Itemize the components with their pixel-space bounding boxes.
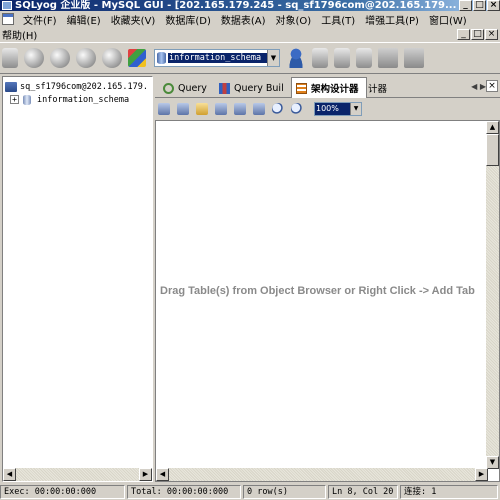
scroll-track[interactable]: [486, 166, 499, 456]
chevron-down-icon[interactable]: ▼: [267, 50, 279, 66]
menu-help[interactable]: 帮助(H): [0, 27, 42, 42]
zoom-value: 100%: [315, 103, 350, 115]
mdi-controls: _ □ ×: [456, 29, 498, 40]
save-icon[interactable]: [215, 103, 227, 115]
menu-table[interactable]: 数据表(A): [216, 12, 271, 27]
tab-query-builder-label: Query Buil: [234, 82, 284, 94]
new-connection-icon[interactable]: [24, 48, 44, 68]
tab-schema-designer-label: 架构设计器: [311, 84, 359, 95]
chevron-down-icon[interactable]: ▼: [350, 103, 361, 115]
menu-file[interactable]: 文件(F): [18, 12, 62, 27]
query-icon: [163, 82, 174, 94]
tab-schema-designer[interactable]: 架构设计器: [291, 77, 367, 98]
designer-toolbar: 100% ▼: [155, 99, 500, 119]
status-total: Total: 00:00:00:000: [127, 485, 241, 499]
scroll-track[interactable]: [169, 468, 475, 481]
zoom-out-icon[interactable]: [291, 103, 303, 115]
import-icon[interactable]: [356, 48, 372, 68]
tab-overflow-label: 计器: [368, 84, 388, 95]
database-icon: [23, 94, 31, 105]
status-position: Ln 8, Col 20: [328, 485, 398, 499]
scroll-left-icon[interactable]: ◀: [3, 468, 16, 481]
schema-icon[interactable]: [404, 48, 424, 68]
scroll-up-icon[interactable]: ▲: [486, 121, 499, 134]
mdi-minimize-button[interactable]: _: [457, 29, 470, 40]
connection-label: sq_sf1796com@202.165.179.: [20, 81, 148, 92]
object-browser: sq_sf1796com@202.165.179. + information_…: [2, 76, 153, 482]
menu-tools[interactable]: 工具(T): [316, 12, 360, 27]
scroll-track[interactable]: [16, 468, 139, 481]
tab-strip: Query Query Buil 架构设计器 计器 ◀ ▶ ×: [155, 76, 500, 98]
scroll-thumb[interactable]: [486, 134, 499, 166]
menu-powertools[interactable]: 增强工具(P): [360, 12, 424, 27]
query-builder-icon: [219, 82, 230, 94]
tab-close-button[interactable]: ×: [486, 80, 498, 92]
maximize-button[interactable]: □: [473, 0, 486, 11]
database-label: information_schema: [37, 94, 130, 105]
tree-connection[interactable]: sq_sf1796com@202.165.179.: [5, 80, 148, 93]
scroll-right-icon[interactable]: ▶: [475, 468, 488, 481]
canvas-hscroll[interactable]: ◀ ▶: [156, 468, 488, 481]
close-button[interactable]: ×: [487, 0, 500, 11]
title-bar: SQLyog 企业版 - MySQL GUI - [202.165.179.24…: [0, 0, 500, 11]
editor-panel: Query Query Buil 架构设计器 计器 ◀ ▶ × 100% ▼ D…: [155, 76, 500, 482]
database-selector[interactable]: information_schema ▼: [154, 49, 280, 67]
table-icon[interactable]: [378, 48, 398, 68]
zoom-selector[interactable]: 100% ▼: [314, 102, 362, 116]
export-icon[interactable]: [234, 103, 246, 115]
tab-query-label: Query: [178, 82, 207, 94]
new-table-icon[interactable]: [177, 103, 189, 115]
connect-icon[interactable]: [2, 48, 18, 68]
document-icon[interactable]: [2, 13, 14, 25]
status-rows: 0 row(s): [243, 485, 326, 499]
menu-edit[interactable]: 编辑(E): [62, 12, 106, 27]
designer-hint: Drag Table(s) from Object Browser or Rig…: [160, 285, 475, 297]
menu-favorites[interactable]: 收藏夹(V): [106, 12, 161, 27]
tab-query[interactable]: Query: [159, 79, 211, 97]
expand-icon[interactable]: +: [10, 95, 19, 104]
add-table-icon[interactable]: [158, 103, 170, 115]
tree-database[interactable]: + information_schema: [5, 93, 129, 106]
execute-icon[interactable]: [102, 48, 122, 68]
designer-canvas[interactable]: Drag Table(s) from Object Browser or Rig…: [155, 120, 500, 482]
print-icon[interactable]: [253, 103, 265, 115]
app-icon: [2, 1, 12, 10]
canvas-vscroll[interactable]: ▲ ▼: [486, 121, 499, 469]
scroll-right-icon[interactable]: ▶: [139, 468, 152, 481]
status-exec: Exec: 00:00:00:000: [0, 485, 125, 499]
object-browser-hscroll[interactable]: ◀ ▶: [3, 468, 152, 481]
window-title: SQLyog 企业版 - MySQL GUI - [202.165.179.24…: [15, 0, 457, 11]
status-bar: Exec: 00:00:00:000 Total: 00:00:00:000 0…: [0, 484, 500, 500]
refresh-icon[interactable]: [76, 48, 96, 68]
tab-query-builder[interactable]: Query Buil: [215, 79, 291, 97]
zoom-in-icon[interactable]: [272, 103, 284, 115]
status-connections: 连接: 1: [400, 485, 498, 499]
database-selector-value: information_schema: [168, 53, 267, 63]
database-icon: [157, 52, 166, 64]
backup-icon[interactable]: [312, 48, 328, 68]
window-controls: _ □ ×: [458, 0, 500, 11]
menu-database[interactable]: 数据库(D): [160, 12, 216, 27]
disconnect-icon[interactable]: [50, 48, 70, 68]
menu-bar: 文件(F) 编辑(E) 收藏夹(V) 数据库(D) 数据表(A) 对象(O) 工…: [0, 11, 500, 27]
mdi-restore-button[interactable]: □: [471, 29, 484, 40]
main-toolbar: information_schema ▼: [0, 42, 500, 74]
scroll-left-icon[interactable]: ◀: [156, 468, 169, 481]
color-scheme-icon[interactable]: [128, 49, 146, 67]
schema-designer-icon: [296, 82, 307, 94]
menu-window[interactable]: 窗口(W): [424, 12, 472, 27]
open-folder-icon[interactable]: [196, 103, 208, 115]
mdi-close-button[interactable]: ×: [485, 29, 498, 40]
user-manager-icon[interactable]: [286, 48, 306, 68]
tab-scroll-icon[interactable]: ◀ ▶: [471, 82, 486, 91]
minimize-button[interactable]: _: [459, 0, 472, 11]
restore-icon[interactable]: [334, 48, 350, 68]
menu-bar-row-2: 帮助(H): [0, 27, 500, 42]
menu-object[interactable]: 对象(O): [271, 12, 317, 27]
tab-overflow[interactable]: 计器: [367, 79, 391, 97]
server-icon: [5, 81, 17, 92]
